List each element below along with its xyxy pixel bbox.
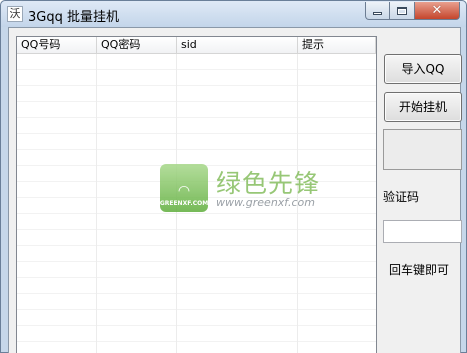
list-header: QQ号码 QQ密码 sid 提示 <box>17 37 376 54</box>
enter-key-hint: 回车键即可 <box>389 263 450 277</box>
wifi-icon: ◠ <box>177 183 191 199</box>
captcha-input[interactable] <box>383 220 462 243</box>
watermark-url: www.greenxf.com <box>216 196 315 209</box>
close-icon: ✕ <box>431 3 443 18</box>
client-area: QQ号码 QQ密码 sid 提示 ◠ GREENXF.COM 绿色先锋 www.… <box>8 27 462 353</box>
window-title: 3Gqq 批量挂机 <box>28 10 119 25</box>
start-hangup-button[interactable]: 开始挂机 <box>384 92 462 122</box>
qq-account-list[interactable]: QQ号码 QQ密码 sid 提示 ◠ GREENXF.COM 绿色先锋 www.… <box>16 36 377 353</box>
app-icon: 沃 <box>7 6 23 22</box>
app-window: 沃 3Gqq 批量挂机 ✕ QQ号码 QQ密码 sid 提示 ◠ GREENXF… <box>0 0 467 353</box>
column-header-hint[interactable]: 提示 <box>298 37 376 54</box>
import-qq-button[interactable]: 导入QQ <box>384 54 462 84</box>
minimize-button[interactable] <box>365 2 390 20</box>
captcha-image <box>383 129 462 170</box>
watermark: ◠ GREENXF.COM 绿色先锋 www.greenxf.com <box>160 164 360 214</box>
minimize-icon <box>373 12 382 15</box>
column-header-sid[interactable]: sid <box>177 37 298 54</box>
close-button[interactable]: ✕ <box>415 2 460 20</box>
column-header-qq-password[interactable]: QQ密码 <box>97 37 177 54</box>
column-header-qq-number[interactable]: QQ号码 <box>17 37 97 54</box>
maximize-icon <box>397 6 407 15</box>
watermark-name: 绿色先锋 <box>216 169 321 198</box>
maximize-button[interactable] <box>390 2 415 20</box>
title-bar[interactable]: 沃 3Gqq 批量挂机 ✕ <box>1 1 466 27</box>
captcha-label: 验证码 <box>383 190 420 204</box>
watermark-logo-text: GREENXF.COM <box>159 200 209 207</box>
watermark-logo: ◠ GREENXF.COM <box>160 164 208 212</box>
